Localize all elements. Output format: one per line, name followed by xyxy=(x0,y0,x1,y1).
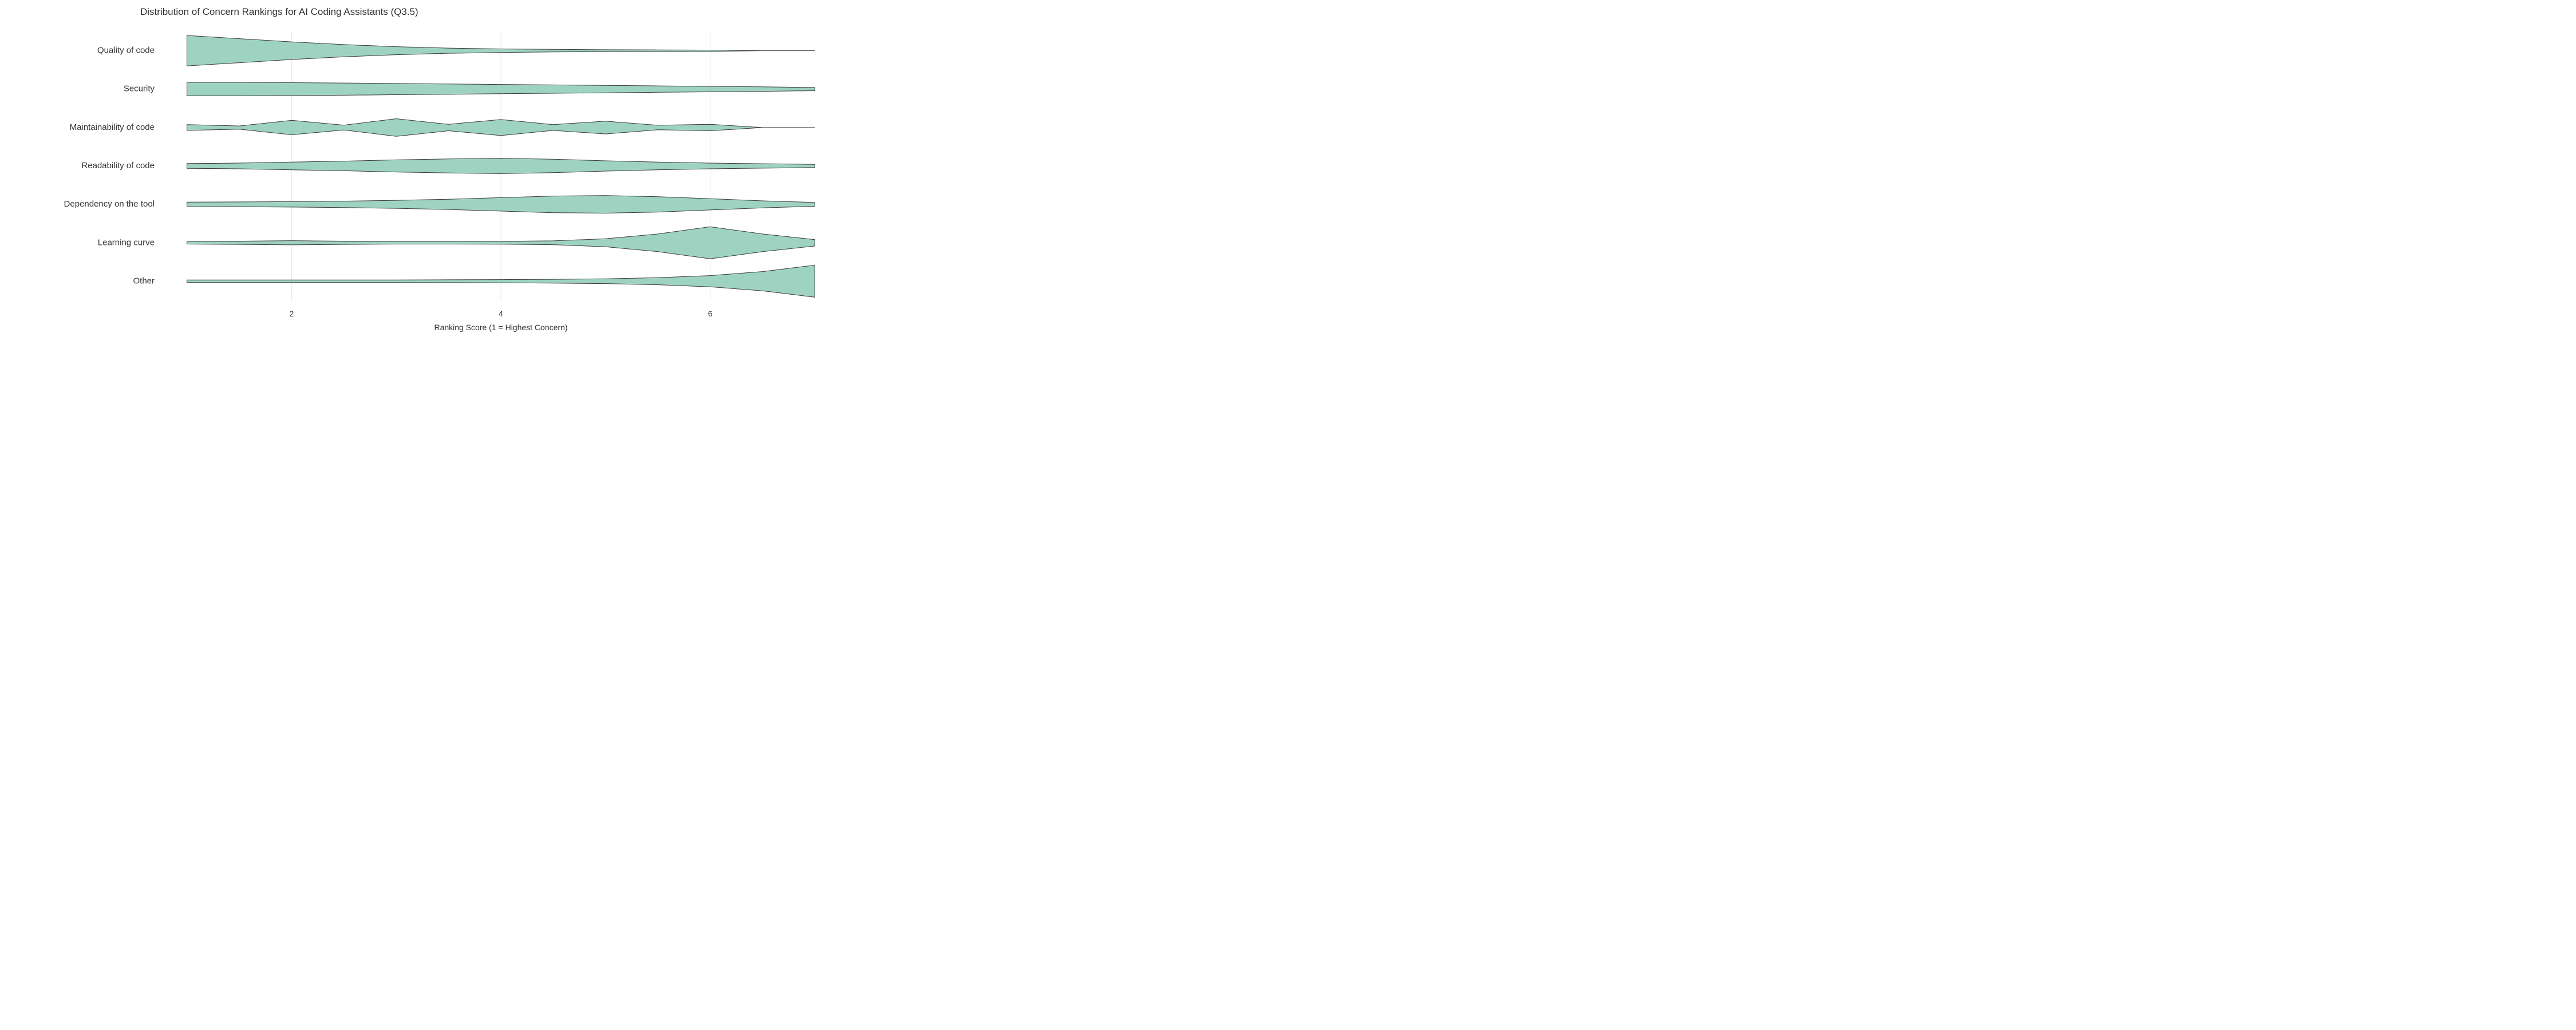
category-label: Maintainability of code xyxy=(70,122,155,132)
violin-shape xyxy=(187,82,815,96)
x-tick-label: 2 xyxy=(289,309,294,318)
category-label: Dependency on the tool xyxy=(64,199,155,209)
violin-shape xyxy=(187,196,815,213)
violin-chart: Distribution of Concern Rankings for AI … xyxy=(0,0,859,343)
category-label: Readability of code xyxy=(81,161,155,171)
chart-container: Distribution of Concern Rankings for AI … xyxy=(0,0,859,343)
x-axis-title: Ranking Score (1 = Highest Concern) xyxy=(434,323,567,332)
x-tick-label: 6 xyxy=(708,309,713,318)
category-label: Security xyxy=(124,84,155,94)
x-tick-label: 4 xyxy=(499,309,503,318)
category-label: Quality of code xyxy=(97,46,155,56)
violin-shape xyxy=(187,119,815,137)
category-label: Learning curve xyxy=(98,237,155,247)
category-label: Other xyxy=(133,276,155,286)
violin-shape xyxy=(187,159,815,174)
chart-title: Distribution of Concern Rankings for AI … xyxy=(140,6,418,17)
